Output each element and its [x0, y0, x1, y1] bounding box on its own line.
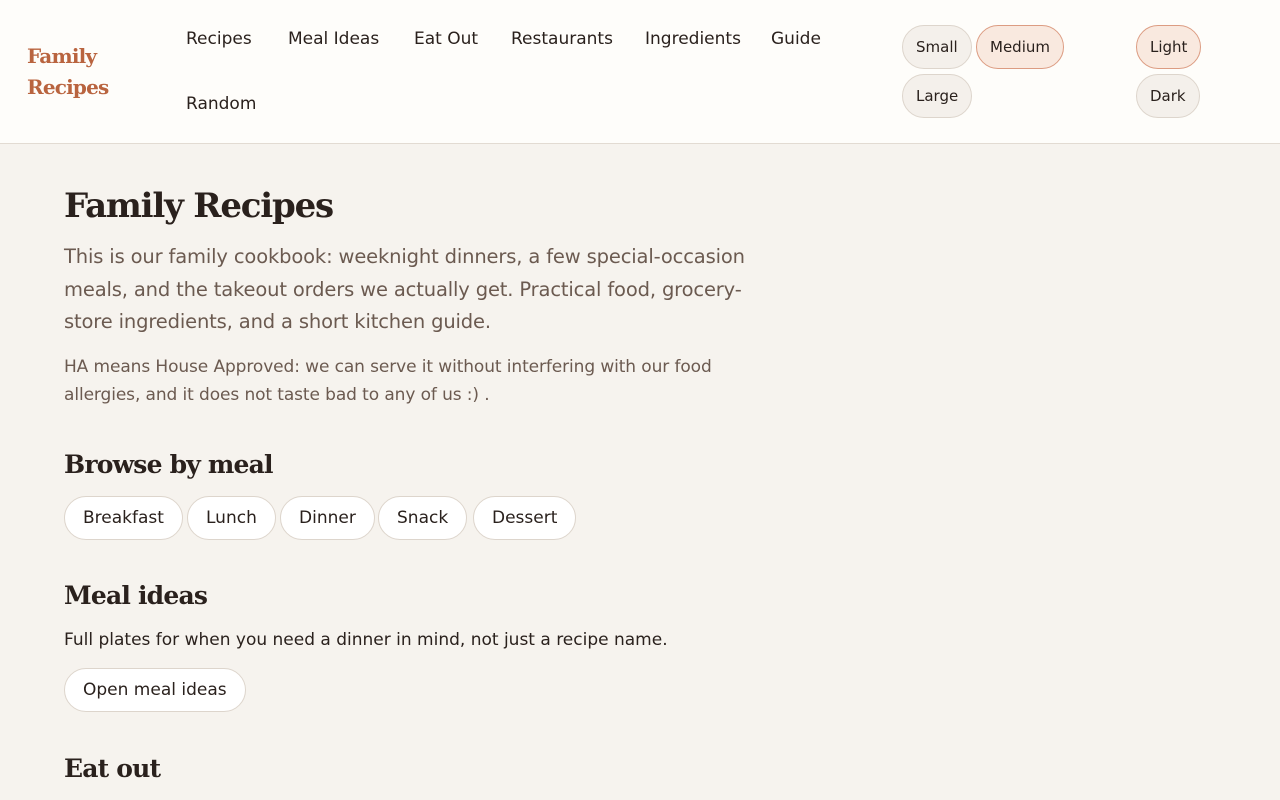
nav-link-recipes[interactable]: Recipes: [186, 28, 252, 50]
meal-chip-snack[interactable]: Snack: [378, 496, 468, 540]
nav-link-ingredients[interactable]: Ingredients: [645, 28, 741, 50]
nav-link-random[interactable]: Random: [186, 93, 256, 115]
nav-link-guide[interactable]: Guide: [771, 28, 821, 50]
house-approved-note: HA means House Approved: we can serve it…: [64, 357, 712, 405]
text-size-medium-button[interactable]: Medium: [976, 25, 1064, 69]
eat-out-heading: Eat out: [64, 754, 161, 783]
meal-ideas-description: Full plates for when you need a dinner i…: [64, 630, 668, 650]
text-size-small-button[interactable]: Small: [902, 25, 972, 69]
site-header: Family Recipes Recipes Meal Ideas Eat Ou…: [0, 0, 1280, 144]
meal-chip-lunch[interactable]: Lunch: [187, 496, 276, 540]
nav-link-eat-out[interactable]: Eat Out: [414, 28, 478, 50]
page-title: Family Recipes: [64, 186, 334, 226]
site-logo-link[interactable]: Family Recipes: [27, 41, 137, 103]
browse-by-meal-heading: Browse by meal: [64, 450, 274, 479]
open-meal-ideas-button[interactable]: Open meal ideas: [64, 668, 246, 712]
text-size-large-button[interactable]: Large: [902, 74, 973, 118]
meal-ideas-heading: Meal ideas: [64, 581, 208, 610]
theme-light-button[interactable]: Light: [1136, 25, 1202, 69]
nav-link-restaurants[interactable]: Restaurants: [511, 28, 613, 50]
intro-paragraph: This is our family cookbook: weeknight d…: [64, 245, 745, 333]
meal-chip-dessert[interactable]: Dessert: [473, 496, 577, 540]
meal-chip-dinner[interactable]: Dinner: [280, 496, 375, 540]
meal-chip-breakfast[interactable]: Breakfast: [64, 496, 183, 540]
theme-dark-button[interactable]: Dark: [1136, 74, 1200, 118]
nav-link-meal-ideas[interactable]: Meal Ideas: [288, 28, 379, 50]
